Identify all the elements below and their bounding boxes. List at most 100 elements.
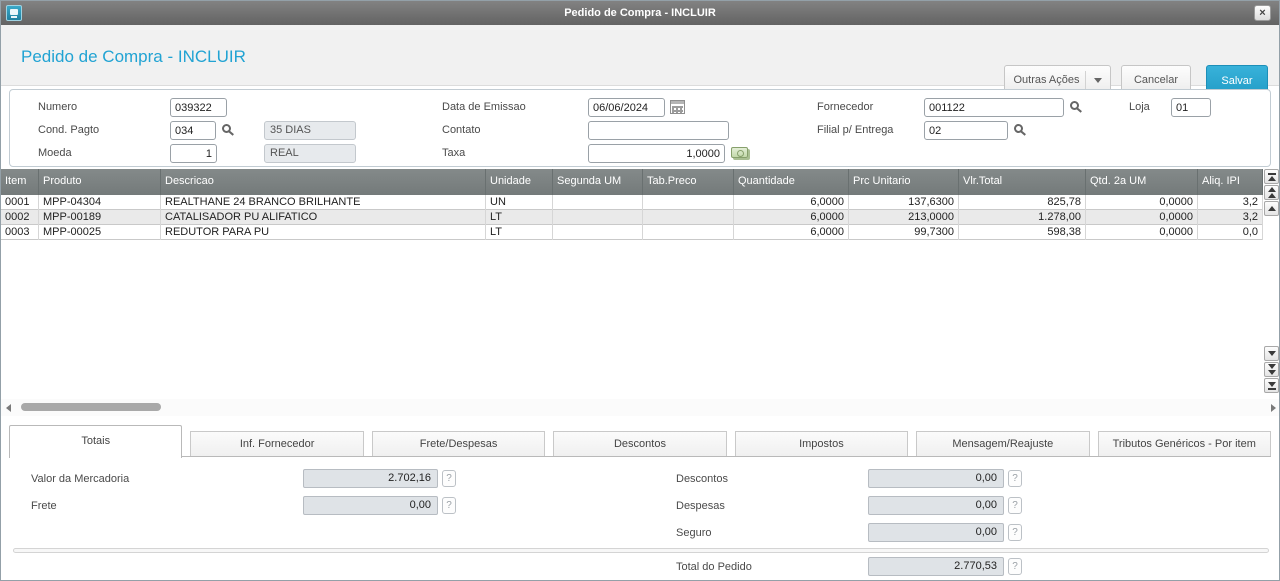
grid-header-row: ItemProdutoDescricaoUnidadeSegunda UMTab… <box>1 169 1263 195</box>
fornecedor-search-icon[interactable] <box>1070 101 1079 110</box>
grid-cell[interactable]: 6,0000 <box>734 195 849 210</box>
total-pedido-help-button[interactable]: ? <box>1008 558 1022 575</box>
grid-cell[interactable] <box>643 195 734 210</box>
scroll-down-button[interactable] <box>1264 346 1279 361</box>
taxa-label: Taxa <box>442 144 465 163</box>
grid-column-header[interactable]: Segunda UM <box>553 169 643 195</box>
grid-cell[interactable] <box>643 210 734 225</box>
grid-cell[interactable]: 0003 <box>1 225 39 240</box>
frete-help-button[interactable]: ? <box>442 497 456 514</box>
totals-divider <box>13 548 1269 553</box>
grid-cell[interactable]: 99,7300 <box>849 225 959 240</box>
grid-cell[interactable]: MPP-04304 <box>39 195 161 210</box>
grid-cell[interactable]: 137,6300 <box>849 195 959 210</box>
grid-cell[interactable]: UN <box>486 195 553 210</box>
grid-cell[interactable]: 0,0000 <box>1086 195 1198 210</box>
grid-cell[interactable]: 0001 <box>1 195 39 210</box>
tab-inf-fornecedor[interactable]: Inf. Fornecedor <box>190 431 363 456</box>
chevron-down-icon <box>1094 78 1102 83</box>
grid-cell[interactable] <box>643 225 734 240</box>
totais-panel: Valor da Mercadoria 2.702,16 ? Frete 0,0… <box>1 458 1279 580</box>
grid-row[interactable]: 0001MPP-04304REALTHANE 24 BRANCO BRILHAN… <box>1 195 1263 210</box>
grid-column-header[interactable]: Produto <box>39 169 161 195</box>
grid-cell[interactable]: 0,0000 <box>1086 210 1198 225</box>
scroll-page-up-button[interactable] <box>1264 185 1279 200</box>
grid-cell[interactable] <box>553 225 643 240</box>
horizontal-scroll-thumb[interactable] <box>21 403 161 411</box>
numero-input[interactable] <box>170 98 227 117</box>
grid-cell[interactable]: 1.278,00 <box>959 210 1086 225</box>
tab-impostos[interactable]: Impostos <box>735 431 908 456</box>
tab-frete-despesas[interactable]: Frete/Despesas <box>372 431 545 456</box>
grid-row[interactable]: 0002MPP-00189CATALISADOR PU ALIFATICOLT 6… <box>1 210 1263 225</box>
grid-cell[interactable]: 213,0000 <box>849 210 959 225</box>
close-icon[interactable] <box>1254 5 1271 21</box>
seguro-help-button[interactable]: ? <box>1008 524 1022 541</box>
total-pedido-label: Total do Pedido <box>676 558 752 576</box>
calendar-icon[interactable] <box>670 100 685 114</box>
cond-pagto-search-icon[interactable] <box>222 124 231 133</box>
descontos-help-button[interactable]: ? <box>1008 470 1022 487</box>
grid-cell[interactable] <box>553 195 643 210</box>
loja-input[interactable] <box>1171 98 1211 117</box>
grid-cell[interactable]: MPP-00025 <box>39 225 161 240</box>
filial-entrega-search-icon[interactable] <box>1014 124 1023 133</box>
valor-mercadoria-help-button[interactable]: ? <box>442 470 456 487</box>
grid-column-header[interactable]: Aliq. IPI <box>1198 169 1263 195</box>
money-icon[interactable] <box>731 147 748 158</box>
scroll-up-button[interactable] <box>1264 201 1279 216</box>
purchase-order-window: Pedido de Compra - INCLUIR Pedido de Com… <box>0 0 1280 581</box>
fornecedor-input[interactable] <box>924 98 1064 117</box>
tab-totais[interactable]: Totais <box>9 425 182 458</box>
grid-column-header[interactable]: Vlr.Total <box>959 169 1086 195</box>
descontos-label: Descontos <box>676 470 728 488</box>
grid-cell[interactable]: REALTHANE 24 BRANCO BRILHANTE <box>161 195 486 210</box>
tab-descontos[interactable]: Descontos <box>553 431 726 456</box>
grid-cell[interactable]: 0,0000 <box>1086 225 1198 240</box>
data-emissao-input[interactable] <box>588 98 665 117</box>
grid-cell[interactable]: 598,38 <box>959 225 1086 240</box>
grid-column-header[interactable]: Prc Unitario <box>849 169 959 195</box>
grid-cell[interactable]: 6,0000 <box>734 210 849 225</box>
tab-tributos-genericos[interactable]: Tributos Genéricos - Por item <box>1098 431 1271 456</box>
moeda-input[interactable] <box>170 144 217 163</box>
taxa-input[interactable] <box>588 144 725 163</box>
valor-mercadoria-label: Valor da Mercadoria <box>31 470 129 488</box>
tab-mensagem-reajuste[interactable]: Mensagem/Reajuste <box>916 431 1089 456</box>
scroll-last-row-button[interactable] <box>1264 378 1279 393</box>
grid-column-header[interactable]: Item <box>1 169 39 195</box>
scroll-left-icon[interactable] <box>6 404 11 412</box>
grid-column-header[interactable]: Qtd. 2a UM <box>1086 169 1198 195</box>
scroll-right-icon[interactable] <box>1271 404 1276 412</box>
grid-cell[interactable]: 0002 <box>1 210 39 225</box>
grid-cell[interactable]: 825,78 <box>959 195 1086 210</box>
scroll-page-down-button[interactable] <box>1264 362 1279 377</box>
cond-pagto-input[interactable] <box>170 121 216 140</box>
grid-column-header[interactable]: Tab.Preco <box>643 169 734 195</box>
grid-cell[interactable]: 3,2 <box>1198 195 1263 210</box>
order-form-panel: Numero Data de Emissao Fornecedor Loja C… <box>9 89 1271 167</box>
despesas-help-button[interactable]: ? <box>1008 497 1022 514</box>
grid-column-header[interactable]: Unidade <box>486 169 553 195</box>
grid-cell[interactable]: LT <box>486 210 553 225</box>
grid-cell[interactable]: 6,0000 <box>734 225 849 240</box>
seguro-value: 0,00 <box>868 523 1004 542</box>
grid-cell[interactable]: 0,0 <box>1198 225 1263 240</box>
grid-cell[interactable]: CATALISADOR PU ALIFATICO <box>161 210 486 225</box>
grid-cell[interactable]: 3,2 <box>1198 210 1263 225</box>
grid-cell[interactable]: LT <box>486 225 553 240</box>
grid-column-header[interactable]: Quantidade <box>734 169 849 195</box>
grid-cell[interactable]: MPP-00189 <box>39 210 161 225</box>
grid-row[interactable]: 0003MPP-00025REDUTOR PARA PULT 6,000099,7… <box>1 225 1263 240</box>
contato-input[interactable] <box>588 121 729 140</box>
grid-cell[interactable] <box>553 210 643 225</box>
grid-column-header[interactable]: Descricao <box>161 169 486 195</box>
scroll-first-row-button[interactable] <box>1264 169 1279 184</box>
grid-cell[interactable]: REDUTOR PARA PU <box>161 225 486 240</box>
items-grid: ItemProdutoDescricaoUnidadeSegunda UMTab… <box>1 169 1280 399</box>
page-title: Pedido de Compra - INCLUIR <box>21 47 246 67</box>
despesas-value: 0,00 <box>868 496 1004 515</box>
frete-value: 0,00 <box>303 496 438 515</box>
filial-entrega-input[interactable] <box>924 121 1008 140</box>
window-titlebar: Pedido de Compra - INCLUIR <box>1 1 1279 25</box>
